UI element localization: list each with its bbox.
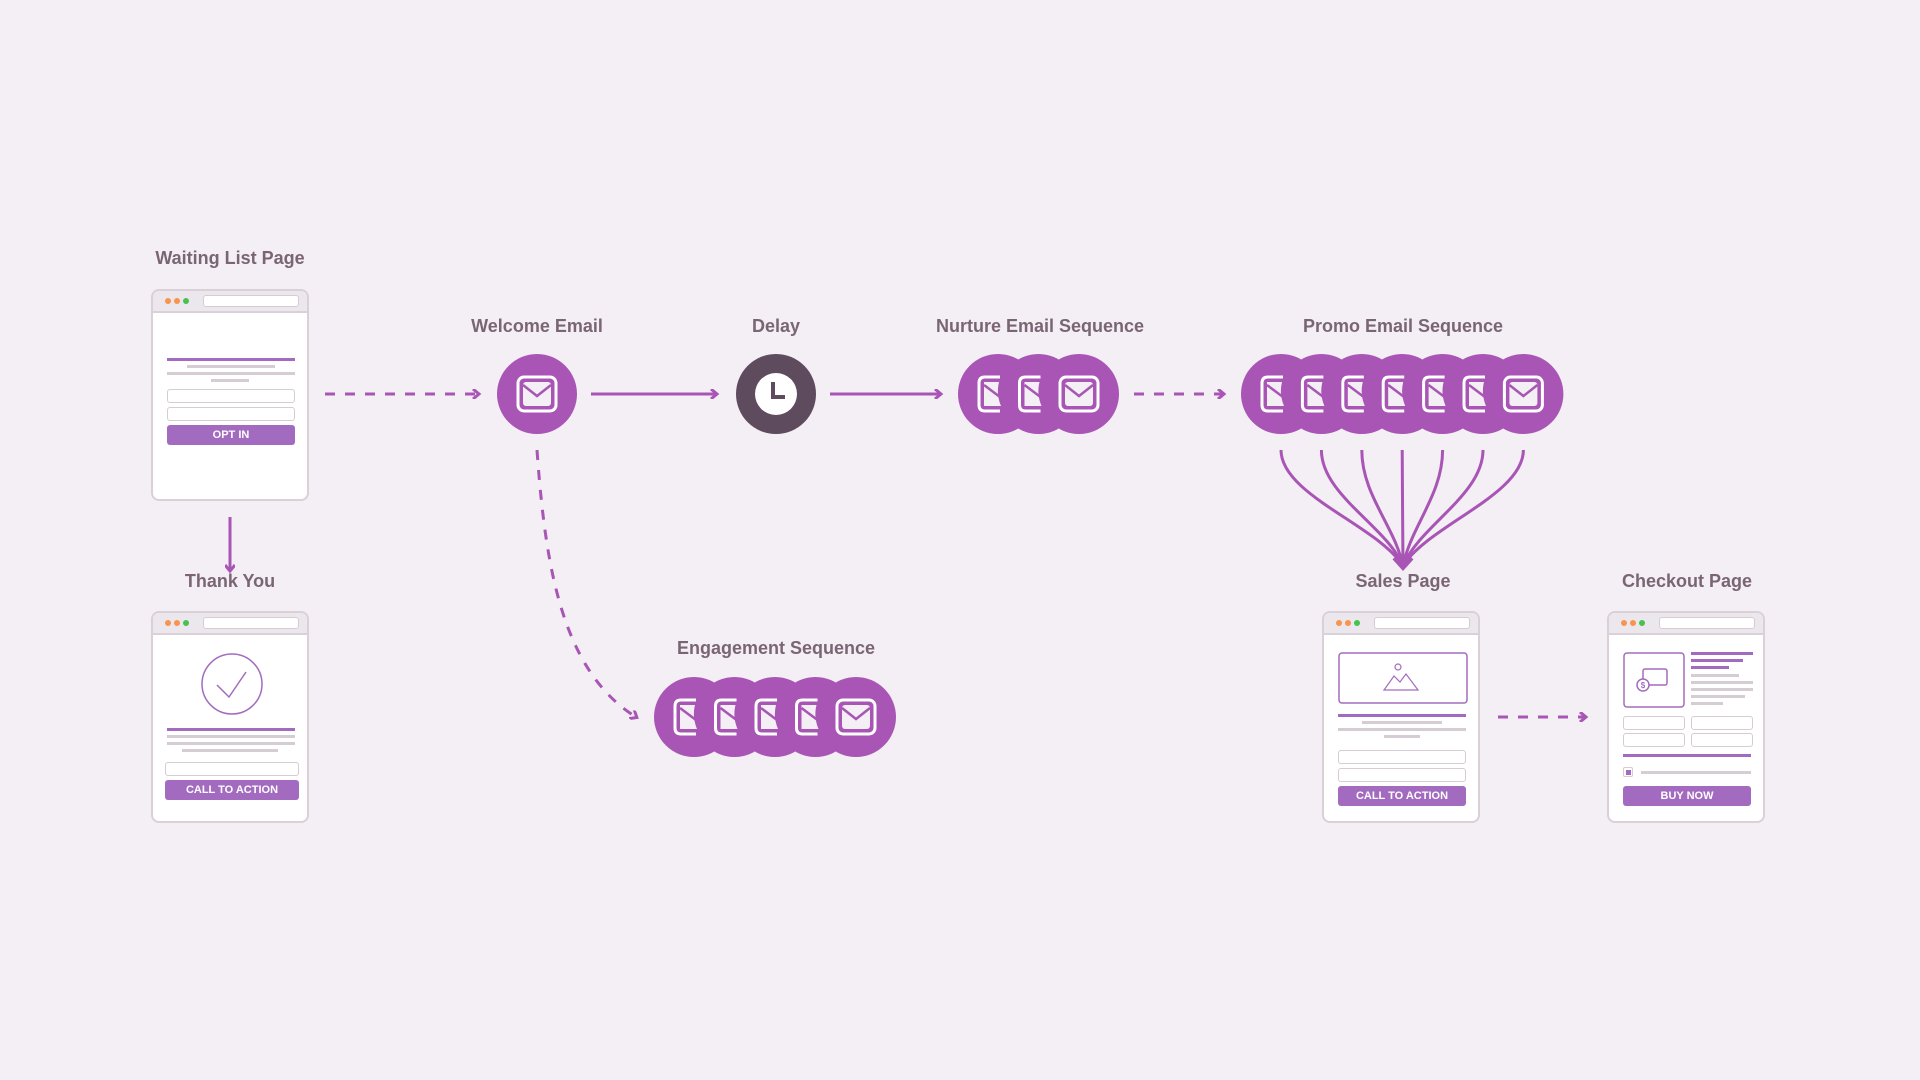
welcome-email-node[interactable] xyxy=(497,354,577,434)
clock-icon xyxy=(755,373,797,415)
delay-node[interactable] xyxy=(736,354,816,434)
promo-node[interactable] xyxy=(1241,354,1564,434)
nurture-node[interactable] xyxy=(958,354,1119,434)
email-nodes xyxy=(497,354,1564,757)
engagement-node[interactable] xyxy=(654,677,896,757)
